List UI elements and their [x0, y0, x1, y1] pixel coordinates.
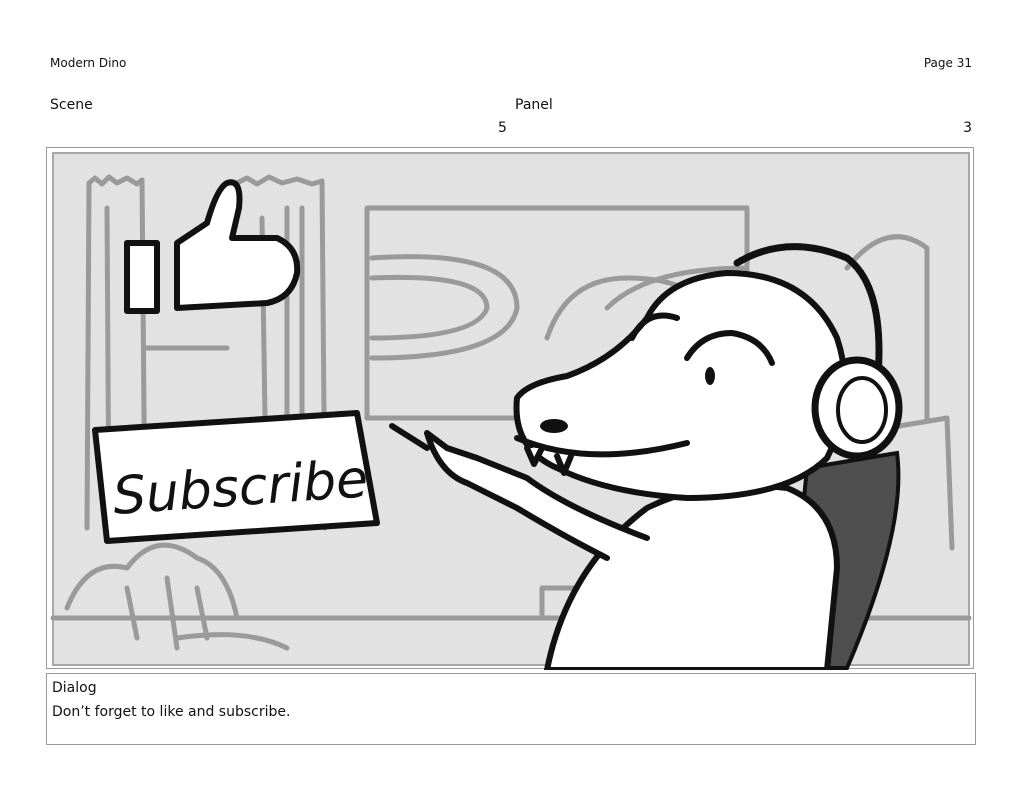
panel-illustration: Subscribe — [50, 152, 972, 670]
subscribe-sign: Subscribe — [92, 410, 380, 544]
panel-number: 3 — [963, 120, 972, 136]
dinosaur-nostril — [540, 419, 568, 433]
panel-label: Panel — [515, 97, 553, 113]
storyboard-panel: Subscribe — [46, 147, 974, 670]
dialog-box: Dialog Don’t forget to like and subscrib… — [46, 673, 976, 745]
dialog-text: Don’t forget to like and subscribe. — [52, 704, 291, 720]
project-title: Modern Dino — [50, 56, 127, 70]
page-number: Page 31 — [923, 56, 972, 70]
thumbs-up-cuff — [124, 240, 160, 314]
scene-label: Scene — [50, 97, 93, 113]
dinosaur-eye — [705, 367, 715, 385]
scene-number: 5 — [498, 120, 507, 136]
dialog-label: Dialog — [52, 680, 97, 696]
curtain-left-edge — [84, 180, 92, 531]
